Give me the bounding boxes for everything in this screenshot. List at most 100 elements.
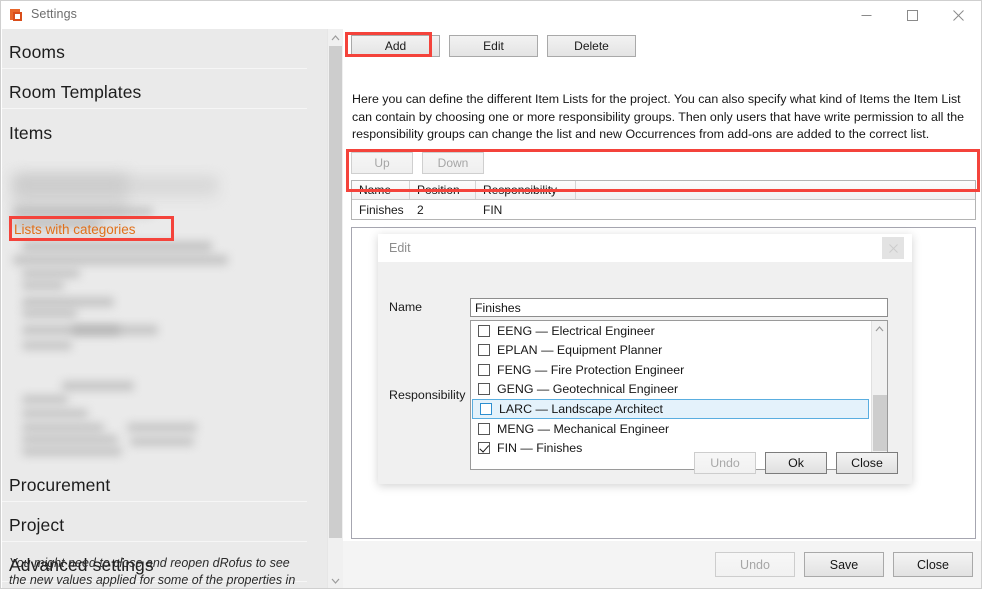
- redacted-content: [127, 423, 197, 432]
- footer-buttons: Undo Save Close: [715, 552, 973, 577]
- redacted-content: [22, 309, 77, 318]
- redacted-content: [22, 447, 122, 456]
- list-item-label: FENG — Fire Protection Engineer: [497, 363, 684, 377]
- chevron-up-icon[interactable]: [872, 321, 887, 337]
- list-item-label: MENG — Mechanical Engineer: [497, 422, 669, 436]
- list-toolbar: Add Edit Delete: [351, 35, 636, 57]
- redacted-content: [62, 381, 134, 391]
- redacted-content: [13, 177, 218, 199]
- dialog-ok-button[interactable]: Ok: [765, 452, 827, 474]
- sidebar-item-procurement[interactable]: Procurement: [2, 462, 307, 502]
- panel-description: Here you can define the different Item L…: [352, 91, 970, 144]
- redacted-content: [13, 207, 153, 216]
- minimize-icon[interactable]: [843, 1, 889, 29]
- redacted-content: [22, 269, 80, 278]
- redacted-content: [22, 241, 212, 252]
- item-lists-table: Name Position Responsibility Finishes 2 …: [351, 180, 976, 220]
- redacted-content: [22, 395, 68, 404]
- responsibility-list[interactable]: EENG — Electrical Engineer EPLAN — Equip…: [470, 320, 888, 470]
- sidebar-item-label: Procurement: [9, 475, 110, 496]
- redacted-content: [22, 435, 118, 444]
- scrollbar-thumb[interactable]: [873, 395, 887, 451]
- drofus-icon: [9, 7, 25, 23]
- responsibility-label: Responsibility: [389, 388, 465, 402]
- sidebar-item-items[interactable]: Items: [2, 109, 307, 149]
- dialog-title: Edit: [389, 241, 411, 255]
- redacted-content: [13, 255, 228, 265]
- list-item-label: FIN — Finishes: [497, 441, 582, 455]
- sidebar-item-rooms[interactable]: Rooms: [2, 29, 307, 69]
- checkbox[interactable]: [480, 403, 492, 415]
- table-row[interactable]: Finishes 2 FIN: [352, 200, 975, 219]
- move-up-button[interactable]: Up: [351, 152, 413, 174]
- cell-responsibility: FIN: [476, 200, 576, 219]
- sidebar-link-lists-with-categories[interactable]: Lists with categories: [14, 222, 136, 237]
- cell-name: Finishes: [352, 200, 410, 219]
- list-item[interactable]: EPLAN — Equipment Planner: [471, 341, 870, 361]
- close-icon[interactable]: [882, 237, 904, 259]
- redacted-content: [22, 409, 88, 418]
- save-button[interactable]: Save: [804, 552, 884, 577]
- window-controls: [843, 1, 981, 29]
- window-title: Settings: [31, 7, 77, 21]
- settings-window: Settings Rooms Room Templates Items: [0, 0, 982, 589]
- list-item-label: LARC — Landscape Architect: [499, 402, 663, 416]
- redacted-content: [22, 423, 104, 432]
- name-input[interactable]: [470, 298, 888, 317]
- redacted-content: [130, 437, 194, 446]
- sidebar-note: You might need to close and reopen dRofu…: [9, 555, 309, 589]
- checkbox[interactable]: [478, 423, 490, 435]
- name-label: Name: [389, 300, 422, 314]
- list-item[interactable]: FENG — Fire Protection Engineer: [471, 360, 870, 380]
- sidebar-item-room-templates[interactable]: Room Templates: [2, 69, 307, 109]
- dialog-buttons: Undo Ok Close: [694, 452, 898, 474]
- sidebar-item-label: Project: [9, 515, 64, 536]
- cell-position: 2: [410, 200, 476, 219]
- list-item[interactable]: EENG — Electrical Engineer: [471, 321, 870, 341]
- list-item[interactable]: MENG — Mechanical Engineer: [471, 419, 870, 439]
- list-item-label: GENG — Geotechnical Engineer: [497, 382, 678, 396]
- redacted-content: [22, 281, 64, 290]
- chevron-up-icon[interactable]: [328, 29, 343, 46]
- settings-sidebar: Rooms Room Templates Items Lists with ca…: [2, 29, 327, 589]
- list-scrollbar[interactable]: [871, 321, 887, 469]
- sidebar-item-label: Room Templates: [9, 82, 141, 103]
- checkbox[interactable]: [478, 364, 490, 376]
- delete-button[interactable]: Delete: [547, 35, 636, 57]
- edit-dialog: Edit Name Responsibility EENG — Electric…: [378, 234, 912, 484]
- dialog-close-button[interactable]: Close: [836, 452, 898, 474]
- redacted-content: [22, 297, 114, 307]
- edit-button[interactable]: Edit: [449, 35, 538, 57]
- list-item[interactable]: GENG — Geotechnical Engineer: [471, 380, 870, 400]
- redacted-content: [72, 325, 158, 335]
- close-button[interactable]: Close: [893, 552, 973, 577]
- column-header-responsibility[interactable]: Responsibility: [476, 181, 576, 199]
- add-button[interactable]: Add: [351, 35, 440, 57]
- sidebar-item-label: Rooms: [9, 42, 65, 63]
- undo-button[interactable]: Undo: [715, 552, 795, 577]
- table-header-row: Name Position Responsibility: [352, 181, 975, 200]
- dialog-body: Name Responsibility EENG — Electrical En…: [378, 262, 912, 484]
- title-bar: Settings: [1, 1, 981, 29]
- list-item-label: EPLAN — Equipment Planner: [497, 343, 662, 357]
- sidebar-scrollbar[interactable]: [327, 29, 343, 589]
- reorder-toolbar: Up Down: [351, 152, 484, 174]
- move-down-button[interactable]: Down: [422, 152, 484, 174]
- sidebar-item-project[interactable]: Project: [2, 502, 307, 542]
- redacted-content: [22, 341, 72, 350]
- close-icon[interactable]: [935, 1, 981, 29]
- checkbox[interactable]: [478, 325, 490, 337]
- checkbox-checked[interactable]: [478, 442, 490, 454]
- list-item-selected[interactable]: LARC — Landscape Architect: [472, 399, 869, 419]
- list-item-label: EENG — Electrical Engineer: [497, 324, 655, 338]
- dialog-undo-button[interactable]: Undo: [694, 452, 756, 474]
- sidebar-item-label: Items: [9, 123, 52, 144]
- maximize-icon[interactable]: [889, 1, 935, 29]
- checkbox[interactable]: [478, 383, 490, 395]
- column-header-name[interactable]: Name: [352, 181, 410, 199]
- dialog-title-bar: Edit: [378, 234, 912, 262]
- chevron-down-icon[interactable]: [328, 572, 343, 589]
- scrollbar-thumb[interactable]: [329, 46, 342, 538]
- checkbox[interactable]: [478, 344, 490, 356]
- column-header-position[interactable]: Position: [410, 181, 476, 199]
